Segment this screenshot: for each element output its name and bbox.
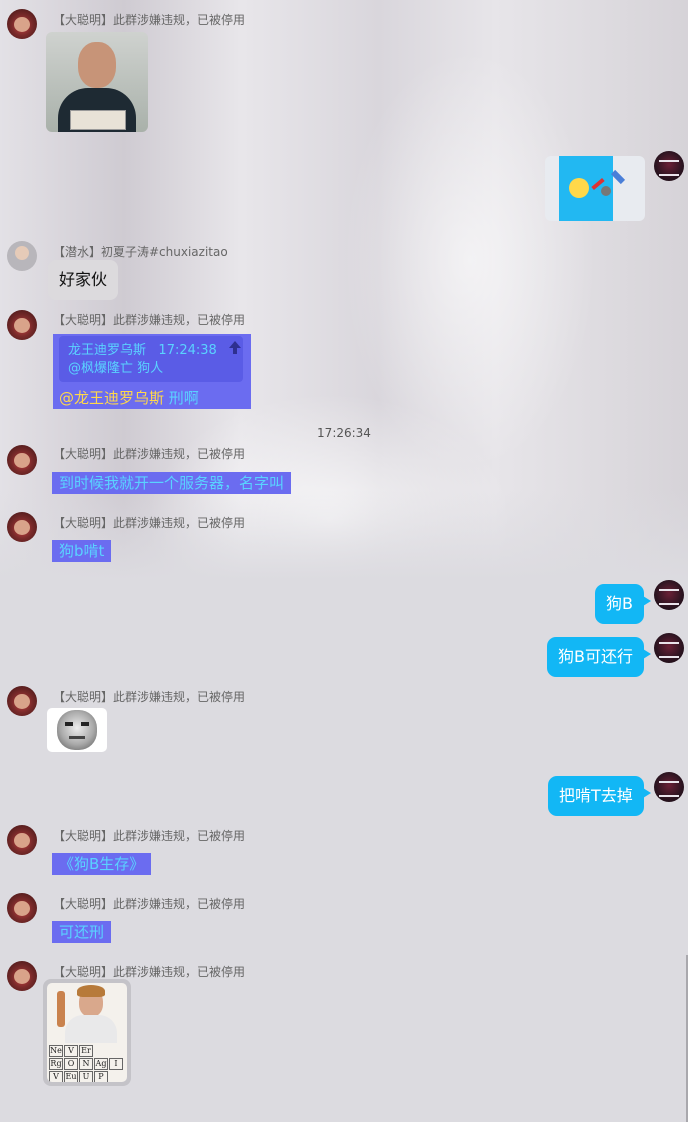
self-message-bubble[interactable]: 把啃T去掉 [548,776,651,816]
periodic-table: Ne V Er Rg O N Ag I V Eu U P [49,1045,125,1082]
self-avatar[interactable] [654,772,684,802]
message-bubble[interactable]: 《狗B生存》 [52,853,152,875]
avatar[interactable] [7,961,37,991]
avatar[interactable] [7,241,37,271]
avatar[interactable] [7,893,37,923]
self-avatar[interactable] [654,633,684,663]
quoted-time: 17:24:38 [158,343,217,358]
quoted-sender: 龙王迪罗乌斯 [68,343,147,358]
image-message[interactable] [46,32,148,132]
avatar[interactable] [7,445,37,475]
avatar[interactable] [7,825,37,855]
reply-message-bubble[interactable]: 龙王迪罗乌斯 17:24:38 @枫爆隆亡 狗人 @龙王迪罗乌斯 刑啊 [53,334,251,409]
sender-name: 【大聪明】此群涉嫌违规，已被停用 [53,13,246,27]
emoji-image-message[interactable] [545,156,645,221]
jump-to-quote-icon[interactable] [229,341,241,348]
mention-link[interactable]: @龙王迪罗乌斯 [59,389,164,407]
sender-name: 【大聪明】此群涉嫌违规，已被停用 [53,516,246,530]
meme-sticker[interactable] [47,708,107,752]
avatar[interactable] [7,686,37,716]
message-bubble[interactable]: 到时候我就开一个服务器，名字叫 [52,472,292,494]
avatar[interactable] [7,9,37,39]
bomb-icon [601,186,611,196]
sender-name: 【大聪明】此群涉嫌违规，已被停用 [53,897,246,911]
sender-name: 【大聪明】此群涉嫌违规，已被停用 [53,690,246,704]
message-text: 刑啊 [168,389,199,407]
time-divider: 17:26:34 [317,426,371,440]
sender-name: 【潜水】初夏子涛#chuxiazitao [53,245,228,259]
sender-name: 【大聪明】此群涉嫌违规，已被停用 [53,447,246,461]
meme-image[interactable]: Ne V Er Rg O N Ag I V Eu U P [43,979,131,1086]
avatar[interactable] [7,310,37,340]
self-avatar[interactable] [654,151,684,181]
message-bubble[interactable]: 可还刑 [52,921,112,943]
pill-icon [610,169,626,185]
self-message-bubble[interactable]: 狗B可还行 [547,637,651,677]
quoted-text: @枫爆隆亡 狗人 [68,361,164,376]
self-message-bubble[interactable]: 狗B [595,584,651,624]
message-bubble[interactable]: 狗b啃t [52,540,112,562]
sender-name: 【大聪明】此群涉嫌违规，已被停用 [53,965,246,979]
sender-name: 【大聪明】此群涉嫌违规，已被停用 [53,313,246,327]
quoted-message[interactable]: 龙王迪罗乌斯 17:24:38 @枫爆隆亡 狗人 [59,336,243,382]
grin-emoji-icon [569,178,589,198]
self-avatar[interactable] [654,580,684,610]
sender-name: 【大聪明】此群涉嫌违规，已被停用 [53,829,246,843]
message-bubble[interactable]: 好家伙 [48,260,119,300]
avatar[interactable] [7,512,37,542]
